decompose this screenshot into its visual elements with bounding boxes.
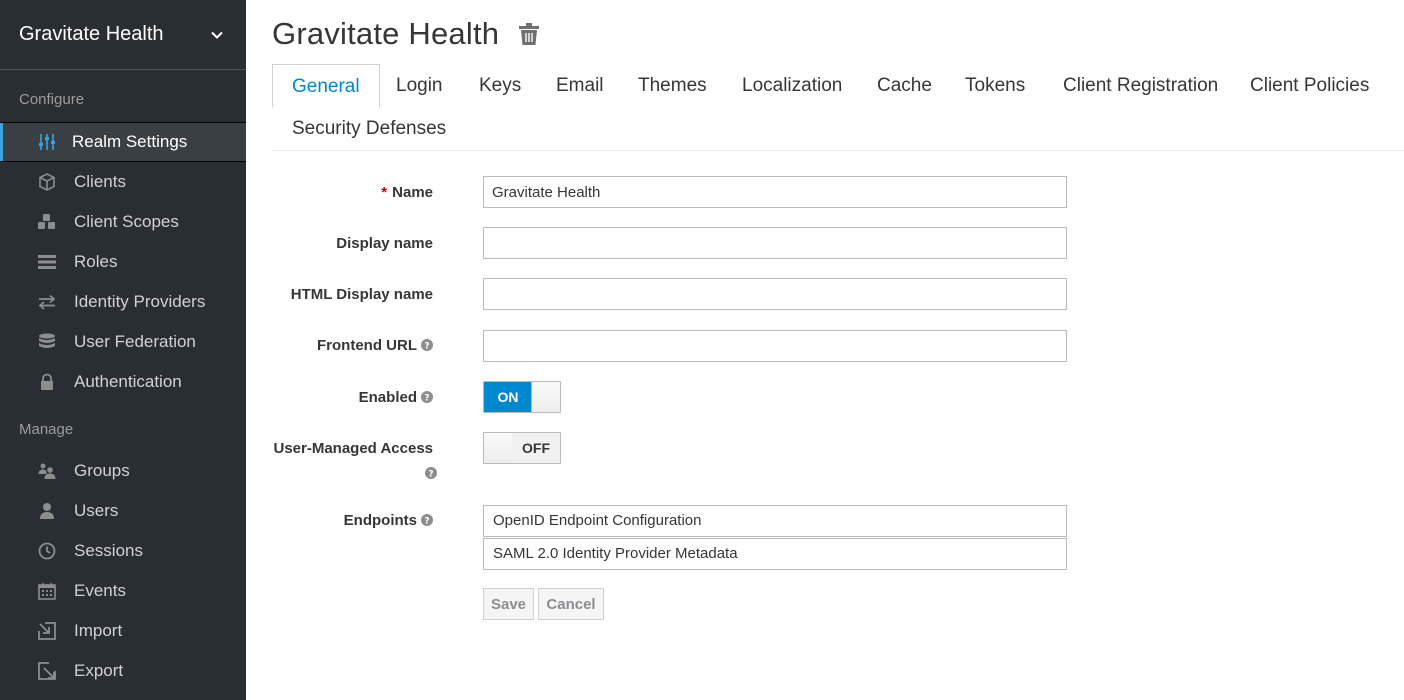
tab-themes[interactable]: Themes	[638, 64, 707, 107]
enabled-label-text: Enabled	[358, 389, 417, 406]
sidebar-item-clients[interactable]: Clients	[0, 162, 246, 202]
sidebar-item-label: Sessions	[74, 541, 143, 560]
settings-tabs: General Login Keys Email Themes Localiza…	[272, 64, 1404, 151]
user-icon	[40, 503, 54, 519]
sidebar-item-export[interactable]: Export	[0, 651, 246, 691]
sidebar-item-client-scopes[interactable]: Client Scopes	[0, 202, 246, 242]
svg-text:?: ?	[428, 470, 433, 480]
sidebar-item-roles[interactable]: Roles	[0, 242, 246, 282]
main-content: Gravitate Health General Login Keys Emai…	[272, 0, 1404, 700]
required-marker: *	[381, 184, 388, 201]
tab-client-policies[interactable]: Client Policies	[1250, 64, 1369, 107]
tab-tokens[interactable]: Tokens	[965, 64, 1025, 107]
tab-client-registration[interactable]: Client Registration	[1063, 64, 1218, 107]
realm-selector[interactable]: Gravitate Health	[0, 0, 246, 70]
sidebar-item-users[interactable]: Users	[0, 491, 246, 531]
tab-security-defenses[interactable]: Security Defenses	[292, 107, 446, 150]
help-icon[interactable]: ?	[421, 339, 433, 351]
sidebar-item-sessions[interactable]: Sessions	[0, 531, 246, 571]
cubes-icon	[38, 214, 55, 229]
sliders-icon	[39, 134, 55, 150]
frontend-url-label: Frontend URL?	[253, 337, 433, 354]
toggle-off-label: OFF	[512, 433, 560, 463]
enabled-label: Enabled?	[253, 389, 433, 406]
cancel-button[interactable]: Cancel	[538, 588, 604, 620]
svg-text:?: ?	[424, 342, 429, 352]
user-managed-access-toggle[interactable]: OFF	[483, 432, 561, 464]
sidebar-item-groups[interactable]: Groups	[0, 451, 246, 491]
page-header: Gravitate Health	[272, 16, 540, 52]
list-icon	[38, 255, 56, 269]
help-icon[interactable]: ?	[421, 514, 433, 526]
svg-text:?: ?	[424, 517, 429, 527]
export-icon	[38, 662, 56, 680]
svg-text:?: ?	[424, 394, 429, 404]
realm-name: Gravitate Health	[19, 23, 164, 45]
chevron-down-icon	[211, 31, 223, 39]
help-icon[interactable]: ?	[425, 467, 437, 479]
frontend-url-label-text: Frontend URL	[317, 337, 417, 354]
save-button[interactable]: Save	[483, 588, 534, 620]
users-icon	[38, 463, 56, 479]
tab-general[interactable]: General	[272, 64, 380, 108]
sidebar-item-authentication[interactable]: Authentication	[0, 362, 246, 402]
sidebar: Gravitate Health Configure Realm Setting…	[0, 0, 246, 700]
tab-keys[interactable]: Keys	[479, 64, 521, 107]
name-label-text: Name	[392, 184, 433, 201]
import-icon	[38, 622, 56, 640]
sidebar-item-identity-providers[interactable]: Identity Providers	[0, 282, 246, 322]
name-input[interactable]	[483, 176, 1067, 208]
sidebar-item-import[interactable]: Import	[0, 611, 246, 651]
trash-icon[interactable]	[519, 22, 540, 46]
sidebar-item-label: Authentication	[74, 372, 182, 391]
tab-cache[interactable]: Cache	[877, 64, 932, 107]
user-managed-access-label: User-Managed Access	[273, 440, 433, 457]
sidebar-item-realm-settings[interactable]: Realm Settings	[0, 122, 246, 162]
tab-localization[interactable]: Localization	[742, 64, 842, 107]
saml-endpoint-link[interactable]: SAML 2.0 Identity Provider Metadata	[483, 538, 1067, 570]
sidebar-item-label: Clients	[74, 172, 126, 191]
section-title-configure: Configure	[19, 91, 85, 108]
name-label: * Name	[253, 184, 433, 201]
display-name-input[interactable]	[483, 227, 1067, 259]
database-icon	[39, 333, 55, 348]
html-display-name-label: HTML Display name	[290, 286, 433, 303]
page-title: Gravitate Health	[272, 16, 500, 51]
sidebar-item-label: Export	[74, 661, 124, 680]
endpoints-label: Endpoints?	[253, 512, 433, 529]
sidebar-item-label: Roles	[74, 252, 118, 271]
html-display-name-input[interactable]	[483, 278, 1067, 310]
toggle-knob	[484, 433, 513, 463]
sidebar-item-label: Events	[74, 581, 126, 600]
endpoints-label-text: Endpoints	[343, 512, 417, 529]
cube-icon	[39, 173, 55, 191]
sidebar-item-label: Import	[74, 621, 123, 640]
tab-email[interactable]: Email	[556, 64, 604, 107]
openid-endpoint-link[interactable]: OpenID Endpoint Configuration	[483, 505, 1067, 537]
sidebar-item-label: Client Scopes	[74, 212, 179, 231]
exchange-icon	[38, 294, 56, 310]
display-name-label: Display name	[336, 235, 433, 252]
sidebar-item-label: Groups	[74, 461, 130, 480]
sidebar-item-events[interactable]: Events	[0, 571, 246, 611]
calendar-icon	[38, 583, 56, 600]
lock-icon	[41, 373, 53, 390]
tab-login[interactable]: Login	[396, 64, 443, 107]
sidebar-item-label: User Federation	[74, 332, 196, 351]
sidebar-item-user-federation[interactable]: User Federation	[0, 322, 246, 362]
section-title-manage: Manage	[19, 421, 74, 438]
sidebar-item-label: Realm Settings	[72, 132, 188, 151]
toggle-knob	[531, 382, 560, 412]
toggle-on-label: ON	[484, 382, 532, 412]
sidebar-item-label: Identity Providers	[74, 292, 206, 311]
frontend-url-input[interactable]	[483, 330, 1067, 362]
enabled-toggle[interactable]: ON	[483, 381, 561, 413]
help-icon[interactable]: ?	[421, 391, 433, 403]
sidebar-item-label: Users	[74, 501, 119, 520]
clock-icon	[38, 542, 56, 560]
